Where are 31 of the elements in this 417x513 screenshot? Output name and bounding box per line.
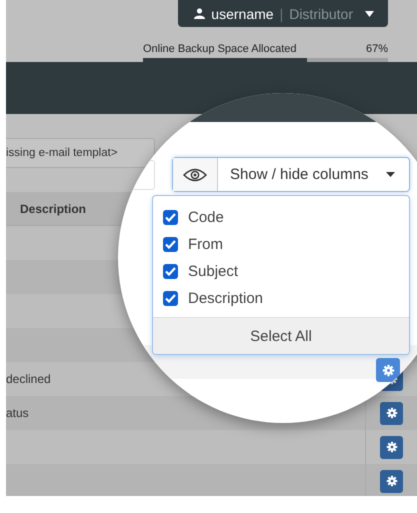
settings-button[interactable]	[376, 358, 400, 382]
checkbox[interactable]	[163, 291, 178, 306]
checkbox[interactable]	[163, 264, 178, 279]
checkbox[interactable]	[163, 237, 178, 252]
caret-icon	[365, 10, 374, 16]
column-option[interactable]: From	[163, 231, 409, 258]
column-option[interactable]: Subject	[163, 258, 409, 285]
show-hide-columns-button[interactable]: Show / hide columns	[172, 157, 410, 192]
table-cell: atus	[6, 406, 29, 420]
eye-icon	[183, 168, 207, 182]
settings-button[interactable]	[380, 402, 403, 424]
gear-icon	[386, 475, 398, 487]
column-option[interactable]: Description	[163, 285, 409, 312]
caret-icon	[386, 172, 395, 177]
column-option[interactable]: Code	[163, 204, 409, 231]
table-cell: declined	[6, 372, 51, 386]
user-role: Distributor	[289, 6, 353, 22]
username: username	[211, 6, 274, 22]
checkbox[interactable]	[163, 210, 178, 225]
search-field[interactable]: issing e-mail templat>	[6, 138, 155, 168]
settings-button[interactable]	[380, 436, 403, 458]
account-menu[interactable]: username | Distributor	[178, 0, 388, 27]
gear-icon	[386, 441, 398, 453]
user-icon	[194, 8, 206, 19]
backup-percent: 67%	[366, 43, 388, 55]
select-all-button[interactable]: Select All	[153, 317, 409, 354]
backup-label: Online Backup Space Allocated	[143, 43, 296, 55]
column-header: Description	[20, 202, 86, 216]
separator: |	[280, 6, 284, 22]
gear-icon	[386, 407, 398, 419]
settings-button[interactable]	[380, 470, 403, 492]
